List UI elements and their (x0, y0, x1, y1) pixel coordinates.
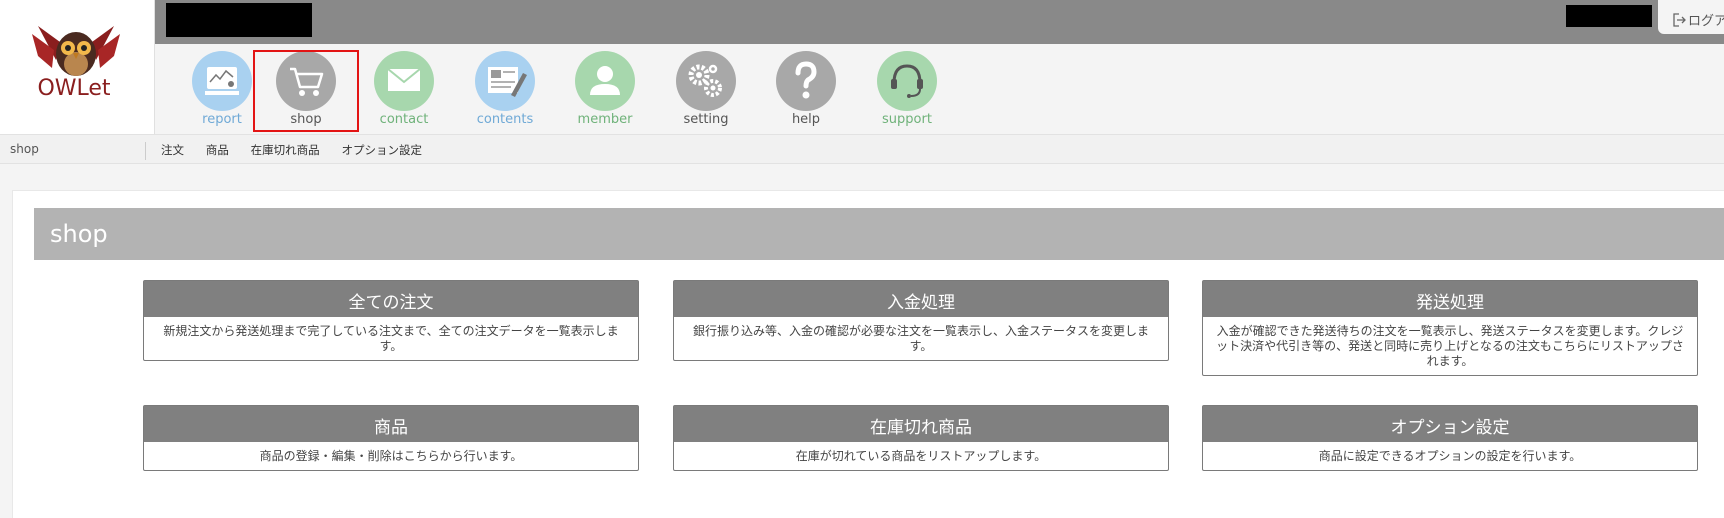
document-pen-icon (475, 51, 535, 111)
subnav-link-options[interactable]: オプション設定 (341, 143, 422, 157)
headset-icon (877, 51, 937, 111)
card-payment-processing[interactable]: 入金処理 銀行振り込み等、入金の確認が必要な注文を一覧表示し、入金ステータスを変… (673, 280, 1169, 361)
nav-label-setting: setting (683, 112, 729, 127)
card-title: 商品 (144, 406, 638, 442)
person-icon (575, 51, 635, 111)
card-title: 全ての注文 (144, 281, 638, 317)
card-all-orders[interactable]: 全ての注文 新規注文から発送処理まで完了している注文まで、全ての注文データを一覧… (143, 280, 639, 361)
card-title: 在庫切れ商品 (674, 406, 1168, 442)
redacted-site-name (166, 3, 312, 37)
cart-icon (276, 51, 336, 111)
subnav-link-orders[interactable]: 注文 (161, 143, 184, 157)
page-heading: shop (34, 208, 1724, 260)
sub-nav: shop 注文 商品 在庫切れ商品 オプション設定 (0, 134, 1724, 164)
nav-contact[interactable]: contact (351, 50, 457, 132)
card-option-settings[interactable]: オプション設定 商品に設定できるオプションの設定を行います。 (1202, 405, 1698, 471)
card-description: 銀行振り込み等、入金の確認が必要な注文を一覧表示し、入金ステータスを変更します。 (692, 324, 1149, 353)
nav-label-member: member (577, 112, 633, 127)
nav-shop[interactable]: shop (253, 50, 359, 132)
logout-button[interactable]: ログア (1658, 0, 1724, 34)
gears-icon (676, 51, 736, 111)
card-title: 入金処理 (674, 281, 1168, 317)
card-out-of-stock[interactable]: 在庫切れ商品 在庫が切れている商品をリストアップします。 (673, 405, 1169, 471)
logo-text: OWLet (37, 76, 111, 101)
nav-label-support: support (882, 112, 932, 127)
main-nav: report shop contact contents member sett… (155, 44, 1724, 134)
card-products[interactable]: 商品 商品の登録・編集・削除はこちらから行います。 (143, 405, 639, 471)
nav-label-shop: shop (290, 112, 322, 127)
nav-label-help: help (791, 112, 821, 127)
card-description: 入金が確認できた発送待ちの注文を一覧表示し、発送ステータスを変更します。クレジッ… (1216, 324, 1684, 368)
card-title: オプション設定 (1203, 406, 1697, 442)
redacted-user-name (1566, 5, 1652, 27)
nav-help[interactable]: help (753, 50, 859, 132)
report-icon (192, 51, 252, 111)
nav-label-contents: contents (476, 112, 534, 127)
nav-label-contact: contact (379, 112, 429, 127)
logout-label: ログア (1688, 14, 1724, 29)
subnav-link-products[interactable]: 商品 (206, 143, 229, 157)
nav-setting[interactable]: setting (653, 50, 759, 132)
logout-icon (1673, 13, 1686, 27)
subnav-links: 注文 商品 在庫切れ商品 オプション設定 (161, 142, 440, 158)
nav-support[interactable]: support (854, 50, 960, 132)
card-description: 在庫が切れている商品をリストアップします。 (795, 449, 1047, 463)
card-description: 商品の登録・編集・削除はこちらから行います。 (259, 449, 523, 463)
subnav-section-title: shop (10, 142, 39, 156)
question-icon (776, 51, 836, 111)
card-shipping-processing[interactable]: 発送処理 入金が確認できた発送待ちの注文を一覧表示し、発送ステータスを変更します… (1202, 280, 1698, 376)
subnav-link-out-of-stock[interactable]: 在庫切れ商品 (251, 143, 320, 157)
subnav-divider (145, 142, 146, 160)
nav-member[interactable]: member (552, 50, 658, 132)
card-title: 発送処理 (1203, 281, 1697, 317)
top-bar: ログア (155, 0, 1724, 44)
card-description: 商品に設定できるオプションの設定を行います。 (1318, 449, 1582, 463)
logo-area[interactable]: OWLet (0, 0, 155, 134)
nav-contents[interactable]: contents (452, 50, 558, 132)
card-description: 新規注文から発送処理まで完了している注文まで、全ての注文データを一覧表示します。 (163, 324, 619, 353)
mail-icon (374, 51, 434, 111)
